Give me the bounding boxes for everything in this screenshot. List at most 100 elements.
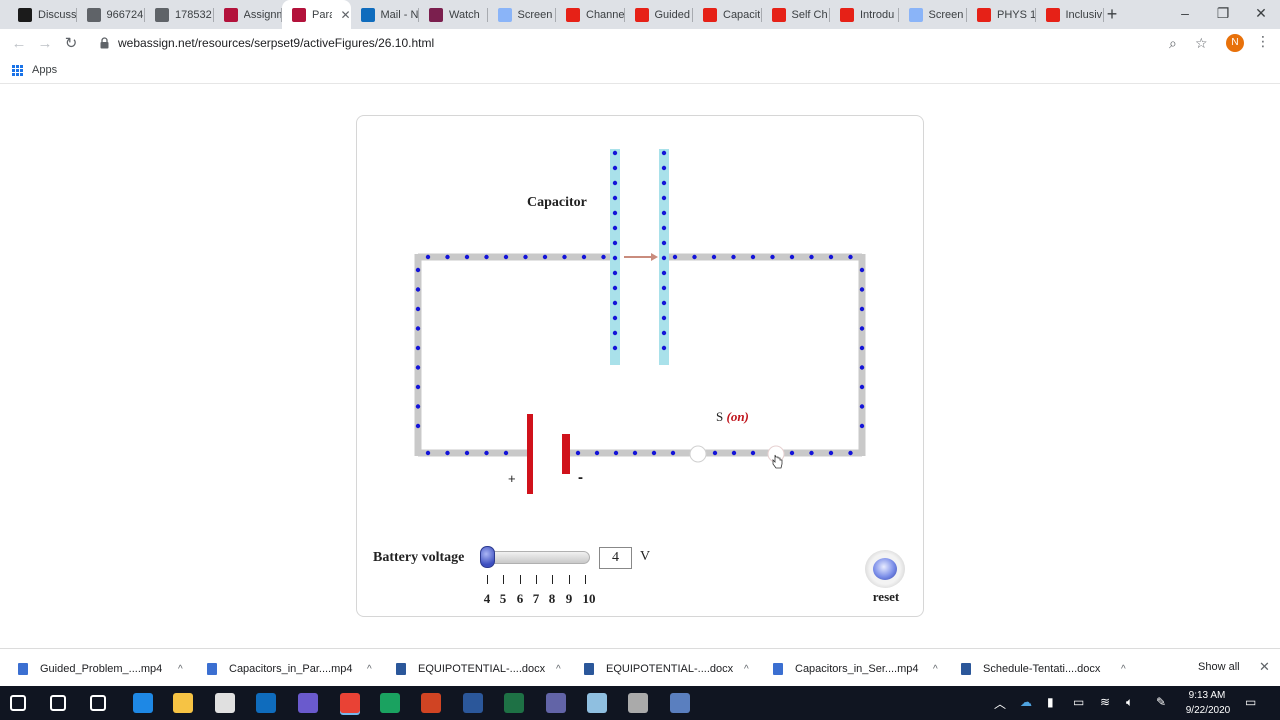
- charge-dot: [484, 450, 489, 456]
- search-icon[interactable]: [50, 695, 66, 711]
- charge-dot: [848, 254, 853, 260]
- charge-dot: [859, 326, 865, 331]
- voltage-unit: V: [640, 549, 651, 564]
- pen-icon[interactable]: ✎: [1156, 695, 1166, 709]
- edge-icon[interactable]: [133, 693, 153, 713]
- download-item[interactable]: Capacitors_in_Ser....mp4 ^: [773, 661, 938, 677]
- battery-positive-plate: [527, 414, 533, 494]
- charge-dot: [661, 315, 667, 321]
- file-explorer-icon[interactable]: [173, 693, 193, 713]
- clock-time[interactable]: 9:13 AM: [1187, 690, 1227, 701]
- charge-dot: [612, 180, 618, 186]
- charge-dot: [661, 300, 667, 306]
- video-file-icon: [207, 663, 217, 675]
- start-icon[interactable]: [10, 695, 26, 711]
- close-shelf-icon[interactable]: ✕: [1259, 659, 1270, 675]
- download-filename: Capacitors_in_Ser....mp4: [795, 663, 919, 675]
- charge-dot: [770, 254, 775, 260]
- wifi-icon[interactable]: ≋: [1100, 695, 1110, 709]
- battery-icon[interactable]: ▭: [1073, 695, 1084, 709]
- charge-dot: [425, 254, 431, 260]
- charge-dot: [612, 285, 618, 291]
- charge-dot: [503, 450, 509, 456]
- mail-icon[interactable]: [256, 693, 276, 713]
- charge-dot: [859, 384, 865, 390]
- notifications-icon[interactable]: ▭: [1245, 695, 1256, 709]
- voltage-tick-mark: [585, 575, 586, 584]
- voltage-tick-label: 9: [565, 591, 573, 606]
- charge-dot: [651, 450, 657, 456]
- charge-dot: [661, 225, 667, 231]
- task-view-icon[interactable]: [90, 695, 106, 711]
- voltage-tick-mark: [569, 575, 570, 584]
- reset-label[interactable]: reset: [866, 589, 906, 605]
- voltage-slider-thumb[interactable]: [480, 546, 495, 568]
- switch-terminal-left[interactable]: [689, 445, 707, 463]
- download-menu-caret-icon[interactable]: ^: [1121, 664, 1126, 675]
- download-item[interactable]: Capacitors_in_Par....mp4 ^: [207, 661, 372, 677]
- charge-dot: [415, 423, 421, 429]
- switch-label[interactable]: S (on): [716, 409, 749, 425]
- download-menu-caret-icon[interactable]: ^: [933, 664, 938, 675]
- charge-dot: [661, 180, 667, 186]
- voltage-tick-mark: [520, 575, 521, 584]
- word-icon[interactable]: [463, 693, 483, 713]
- charge-dot: [612, 195, 618, 201]
- snip-icon[interactable]: [587, 693, 607, 713]
- charge-dot: [425, 450, 431, 456]
- charge-dot: [612, 240, 618, 246]
- battery-voltage-label: Battery voltage: [373, 550, 465, 565]
- voltage-tick-mark: [536, 575, 537, 584]
- charge-dot: [848, 450, 853, 456]
- charge-dot: [542, 254, 548, 260]
- battery-plus-label: +: [508, 471, 516, 486]
- download-item[interactable]: EQUIPOTENTIAL-....docx ^: [584, 661, 749, 677]
- recorder-icon[interactable]: [670, 693, 690, 713]
- voltage-value-field[interactable]: 4: [599, 547, 632, 569]
- download-menu-caret-icon[interactable]: ^: [556, 664, 561, 675]
- download-item[interactable]: Schedule-Tentati....docx ^: [961, 661, 1126, 677]
- voltage-slider-track[interactable]: [484, 551, 590, 564]
- download-item[interactable]: Guided_Problem_....mp4 ^: [18, 661, 183, 677]
- word-file-icon: [396, 663, 406, 675]
- charge-dot: [809, 254, 814, 260]
- circuit-diagram: [414, 149, 866, 494]
- charge-dot: [612, 165, 618, 171]
- charge-dot: [415, 267, 421, 273]
- tray-chevron-icon[interactable]: ︿: [994, 695, 1006, 712]
- charge-dot: [415, 287, 421, 292]
- charge-dot: [594, 450, 600, 456]
- show-all-downloads-button[interactable]: Show all: [1198, 661, 1240, 673]
- battery-negative-plate: [562, 434, 570, 474]
- chrome-icon[interactable]: [340, 693, 360, 713]
- charge-dot: [464, 254, 470, 260]
- download-menu-caret-icon[interactable]: ^: [744, 664, 749, 675]
- clock-date[interactable]: 9/22/2020: [1180, 705, 1236, 716]
- charge-dot: [661, 285, 667, 291]
- mic-icon[interactable]: ▮: [1047, 695, 1054, 709]
- download-item[interactable]: EQUIPOTENTIAL-....docx ^: [396, 661, 561, 677]
- powerpoint-icon[interactable]: [421, 693, 441, 713]
- download-menu-caret-icon[interactable]: ^: [367, 664, 372, 675]
- reset-knob-icon[interactable]: [873, 558, 897, 580]
- store-icon[interactable]: [215, 693, 235, 713]
- charge-dot: [859, 365, 865, 370]
- charge-dot: [415, 306, 421, 312]
- screencast-app-icon[interactable]: [380, 693, 400, 713]
- volume-icon[interactable]: 🔈︎: [1126, 695, 1133, 710]
- charge-dot: [712, 450, 718, 456]
- webassign-app-icon[interactable]: [298, 693, 318, 713]
- charge-dot: [415, 384, 421, 390]
- download-menu-caret-icon[interactable]: ^: [178, 664, 183, 675]
- charge-dot: [859, 404, 865, 409]
- capacitor-label: Capacitor: [527, 195, 587, 210]
- circuit-wires: [414, 253, 866, 457]
- excel-icon[interactable]: [504, 693, 524, 713]
- cloud-app-icon[interactable]: [628, 693, 648, 713]
- video-file-icon: [18, 663, 28, 675]
- teams-icon[interactable]: [546, 693, 566, 713]
- charge-dot: [612, 150, 618, 156]
- charge-dot: [731, 254, 736, 260]
- onedrive-icon[interactable]: ☁: [1020, 695, 1032, 709]
- charge-dot: [828, 254, 834, 260]
